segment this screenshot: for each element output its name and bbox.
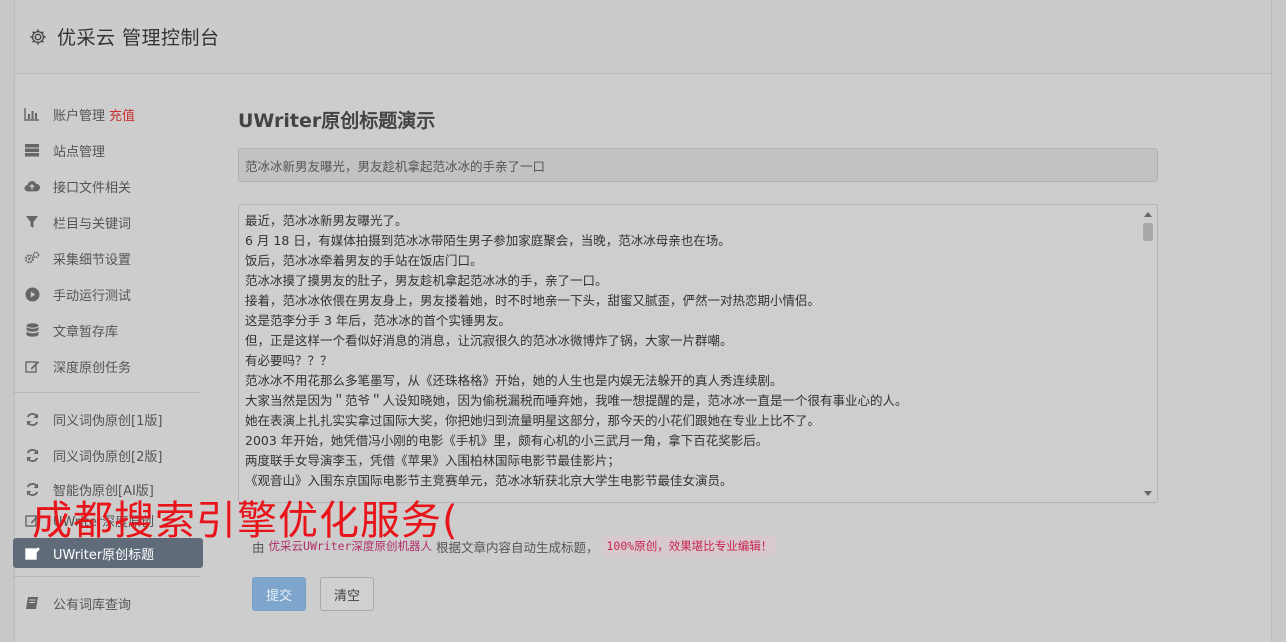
submit-button[interactable]: 提交 (252, 577, 306, 611)
brand-title: 优采云 管理控制台 (57, 27, 220, 49)
scroll-thumb[interactable] (1143, 223, 1153, 241)
desc-middle: 根据文章内容自动生成标题， (435, 539, 599, 555)
sidebar-divider (13, 392, 201, 393)
sidebar-item-label: 文章暂存库 (53, 324, 119, 340)
play-circle-icon (24, 286, 40, 302)
sidebar-item-label: 账户管理 (53, 108, 106, 124)
book-icon (24, 595, 40, 611)
article-content-text: 最近，范冰冰新男友曝光了。 6 月 18 日，有媒体拍摄到范冰冰带陌生男子参加家庭… (239, 205, 1157, 491)
scroll-down-arrow-icon[interactable] (1144, 491, 1152, 496)
refresh-icon (24, 447, 40, 463)
content-line: 6 月 18 日，有媒体拍摄到范冰冰带陌生男子参加家庭聚会，当晚，范冰冰母亲也在… (245, 233, 731, 248)
server-icon (24, 142, 40, 158)
sidebar-item-sites[interactable]: 站点管理 (13, 132, 203, 168)
sidebar-item-label: 深度原创任务 (53, 360, 132, 376)
sidebar-item-synonym-v2[interactable]: 同义词伪原创[2版] (13, 437, 203, 473)
sidebar-item-article-store[interactable]: 文章暂存库 (13, 312, 203, 348)
content-line: 饭后，范冰冰牵着男友的手站在饭店门口。 (245, 253, 483, 268)
content-line: 两度联手女导演李玉，凭借《苹果》入围柏林国际电影节最佳影片； (245, 453, 621, 468)
page-title: UWriter原创标题演示 (238, 110, 436, 132)
edit-icon (24, 545, 40, 561)
bar-chart-icon (24, 106, 40, 122)
article-content-textarea[interactable]: 最近，范冰冰新男友曝光了。 6 月 18 日，有媒体拍摄到范冰冰带陌生男子参加家庭… (238, 204, 1158, 503)
sidebar-item-manual-run[interactable]: 手动运行测试 (13, 276, 203, 312)
watermark-overlay-text: 成都搜索引擎优化服务( (32, 498, 459, 544)
content-line: 范冰冰摸了摸男友的肚子，男友趁机拿起范冰冰的手，亲了一口。 (245, 273, 608, 288)
content-line: 2003 年开始，她凭借冯小刚的电影《手机》里，颇有心机的小三武月一角，拿下百花… (245, 433, 769, 448)
top-bar: 优采云 管理控制台 (15, 0, 1271, 74)
sidebar-item-label: 同义词伪原创[2版] (53, 449, 163, 465)
sidebar-item-label: 接口文件相关 (53, 180, 132, 196)
content-line: 最近，范冰冰新男友曝光了。 (245, 213, 408, 228)
sidebar-item-interface[interactable]: 接口文件相关 (13, 168, 203, 204)
gears-icon (24, 250, 40, 266)
recharge-link[interactable]: 充值 (109, 105, 135, 124)
content-line: 范冰冰不用花那么多笔墨写，从《还珠格格》开始，她的人生也是内娱无法躲开的真人秀连… (245, 373, 783, 388)
clear-button[interactable]: 清空 (320, 577, 374, 611)
sidebar-item-deep-task[interactable]: 深度原创任务 (13, 348, 203, 384)
sidebar-item-label: 采集细节设置 (53, 252, 132, 268)
content-line: 有必要吗？？？ (245, 353, 333, 368)
sidebar-item-synonym-v1[interactable]: 同义词伪原创[1版] (13, 401, 203, 437)
gear-icon (30, 28, 46, 45)
content-line: 大家当然是因为＂范爷＂人设知晓她，因为偷税漏税而唾弃她，我唯一想提醒的是，范冰冰… (245, 393, 908, 408)
sidebar-item-keywords[interactable]: 栏目与关键词 (13, 204, 203, 240)
content-line: 接着，范冰冰依偎在男友身上，男友搂着她，时不时地亲一下头，甜蜜又腻歪，俨然一对热… (245, 293, 821, 308)
sidebar-item-collect-settings[interactable]: 采集细节设置 (13, 240, 203, 276)
database-icon (24, 322, 40, 338)
main-content: UWriter原创标题演示 最近，范冰冰新男友曝光了。 6 月 18 日，有媒体拍… (238, 100, 1158, 503)
sidebar-item-label: UWriter原创标题 (53, 547, 155, 563)
sidebar-item-label: 栏目与关键词 (53, 216, 132, 232)
sidebar-item-label: 同义词伪原创[1版] (53, 413, 163, 429)
sidebar-item-label: 站点管理 (53, 144, 106, 160)
sidebar-item-account[interactable]: 账户管理 充值 (13, 96, 203, 132)
cloud-upload-icon (24, 178, 40, 194)
refresh-icon (24, 411, 40, 427)
scroll-up-arrow-icon[interactable] (1144, 212, 1152, 217)
generated-title-input[interactable] (238, 148, 1158, 182)
content-scrollbar[interactable] (1141, 207, 1155, 500)
content-line: 她在表演上扎扎实实拿过国际大奖，你把她归到流量明星这部分，那今天的小花们跟她在专… (245, 413, 821, 428)
content-line: 但，正是这样一个看似好消息的消息，让沉寂很久的范冰冰微博炸了锅，大家一片群嘲。 (245, 333, 733, 348)
edit-icon (24, 358, 40, 374)
sidebar-item-label: 手动运行测试 (53, 288, 132, 304)
sidebar-item-public-dict[interactable]: 公有词库查询 (13, 585, 203, 621)
sidebar-item-label: 公有词库查询 (53, 597, 132, 613)
content-line: 这是范李分手 3 年后，范冰冰的首个实锤男友。 (245, 313, 511, 328)
filter-icon (24, 214, 40, 230)
sidebar-divider (13, 576, 201, 577)
desc-highlight: 100%原创，效果堪比专业编辑！ (602, 536, 777, 556)
